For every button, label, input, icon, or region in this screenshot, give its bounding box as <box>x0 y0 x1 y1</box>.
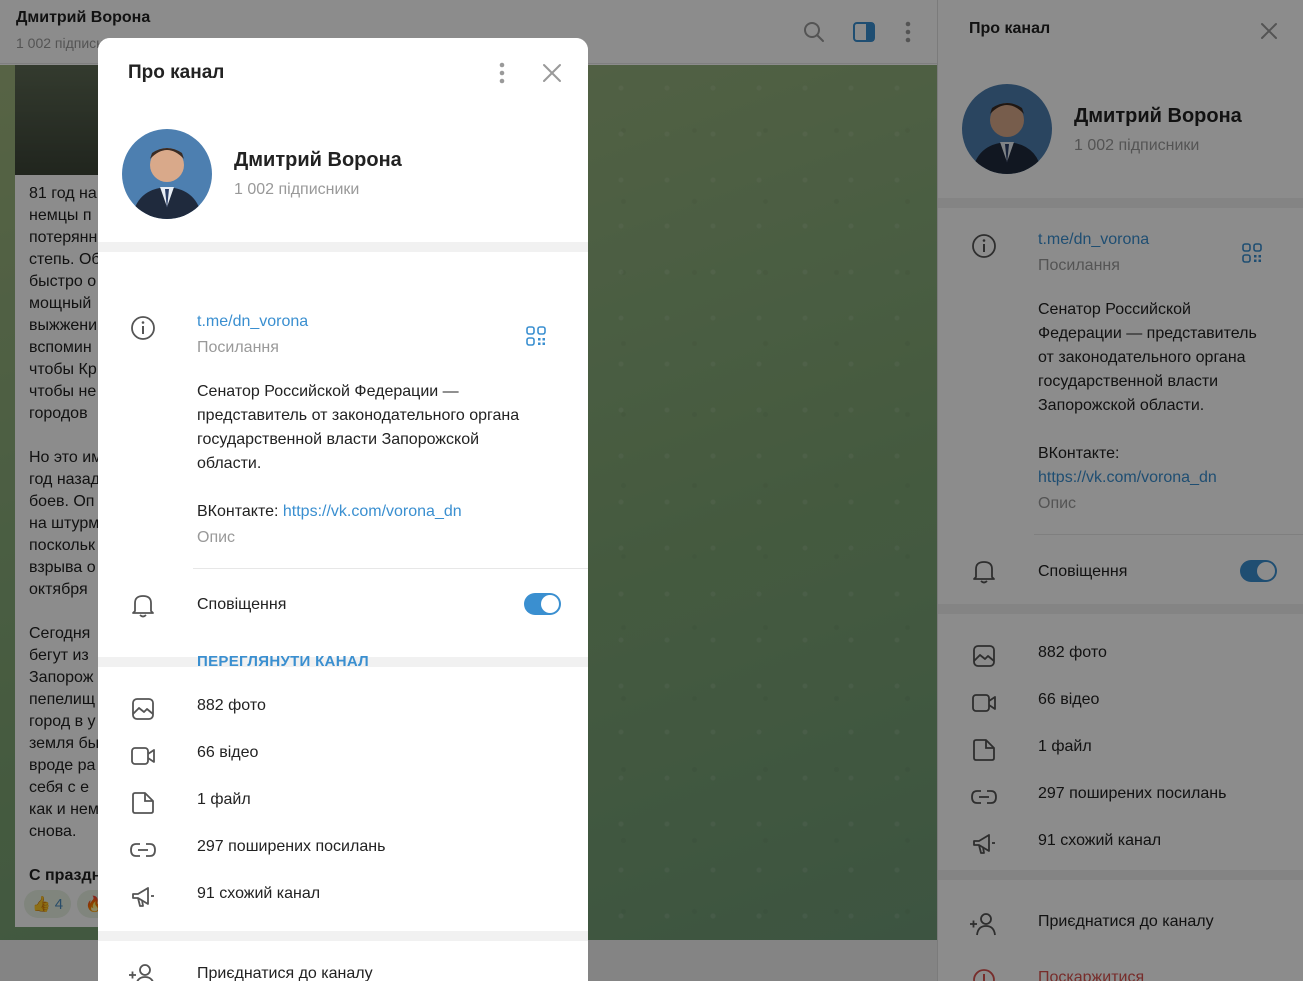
modal-title: Про канал <box>128 62 225 83</box>
media-files[interactable]: 1 файл <box>197 791 251 809</box>
description-caption: Опис <box>197 529 236 546</box>
info-icon <box>129 314 157 342</box>
media-photos[interactable]: 882 фото <box>197 697 266 715</box>
description-line: представитель от законодательного органа <box>197 407 520 424</box>
media-links[interactable]: 297 поширених посилань <box>197 838 385 856</box>
description-line: Сенатор Российской Федерации — <box>197 383 459 400</box>
media-similar-channels[interactable]: 91 схожий канал <box>197 885 320 903</box>
channel-subscribers: 1 002 підписники <box>234 181 360 198</box>
description-line: государственной власти Запорожской <box>197 431 480 448</box>
media-videos[interactable]: 66 відео <box>197 744 258 762</box>
modal-info-section: t.me/dn_vorona Посилання Сенатор Российс… <box>98 252 588 670</box>
join-channel-button[interactable]: Приєднатися до каналу <box>197 965 373 981</box>
bell-icon <box>129 591 157 619</box>
channel-description: Сенатор Российской Федерации — представи… <box>197 380 567 524</box>
file-icon <box>129 789 157 817</box>
link-icon <box>129 836 157 864</box>
modal-header: Про канал Дмитрий Ворона 1 002 підписник… <box>98 38 588 242</box>
description-line: области. <box>197 455 262 472</box>
channel-name: Дмитрий Ворона <box>234 149 402 171</box>
video-icon <box>129 742 157 770</box>
notifications-label: Сповіщення <box>197 596 287 613</box>
qr-code-icon[interactable] <box>524 324 548 348</box>
more-vertical-icon[interactable] <box>490 60 514 86</box>
modal-actions-section: Приєднатися до каналу <box>98 941 588 981</box>
divider <box>193 568 588 569</box>
vk-prefix: ВКонтакте: <box>197 503 283 520</box>
notifications-toggle[interactable] <box>524 593 561 615</box>
channel-info-modal: Про канал Дмитрий Ворона 1 002 підписник… <box>98 38 588 981</box>
add-user-icon <box>127 961 157 981</box>
channel-avatar[interactable] <box>122 129 212 219</box>
vk-link[interactable]: https://vk.com/vorona_dn <box>283 503 462 520</box>
vk-line: ВКонтакте: https://vk.com/vorona_dn <box>197 500 567 524</box>
link-caption: Посилання <box>197 339 279 356</box>
modal-media-section: 882 фото 66 відео 1 файл 297 поширених п… <box>98 667 588 931</box>
megaphone-icon <box>129 883 157 911</box>
close-icon[interactable] <box>539 60 565 86</box>
photo-icon <box>129 695 157 723</box>
channel-link[interactable]: t.me/dn_vorona <box>197 313 308 331</box>
